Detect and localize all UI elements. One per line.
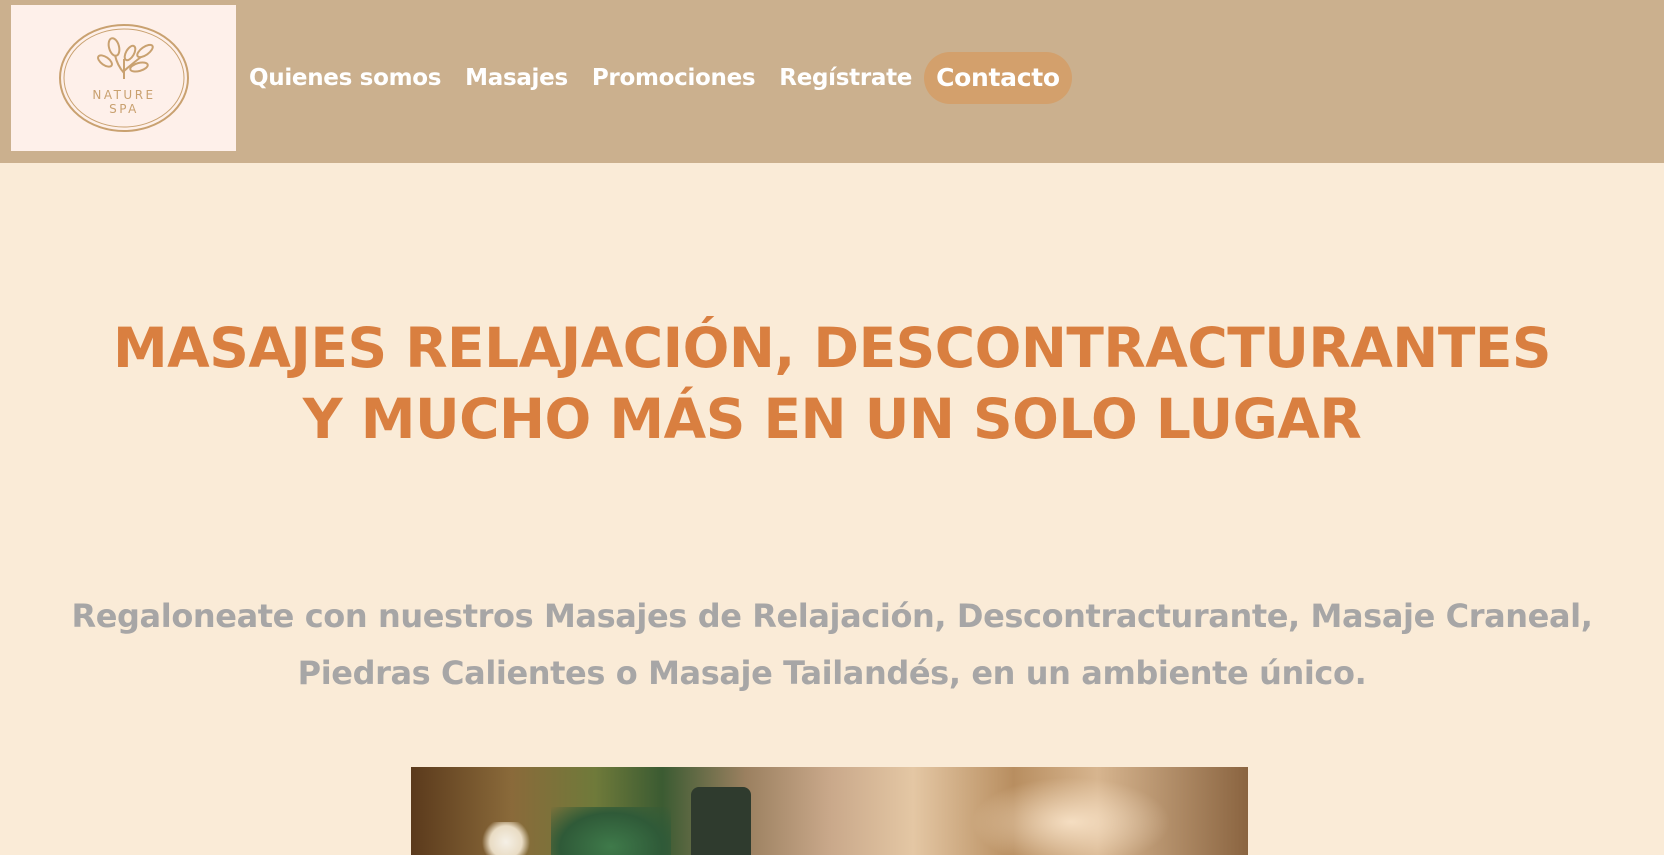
hero-subtitle-line2: Piedras Calientes o Masaje Tailandés, en… <box>297 654 1367 692</box>
navbar: NATURE SPA Quienes somos Masajes Promoci… <box>0 0 1664 163</box>
nav-quienes-somos[interactable]: Quienes somos <box>237 52 453 104</box>
logo-text-line1: NATURE <box>92 88 155 102</box>
logo[interactable]: NATURE SPA <box>11 5 236 151</box>
hero-image-glow <box>971 777 1171 855</box>
nav-promociones[interactable]: Promociones <box>580 52 767 104</box>
hero-headline: MASAJES RELAJACIÓN, DESCONTRACTURANTES Y… <box>0 313 1664 455</box>
nav-registrate[interactable]: Regístrate <box>767 52 924 104</box>
hero-image <box>411 767 1248 855</box>
hero-headline-line1: MASAJES RELAJACIÓN, DESCONTRACTURANTES <box>112 316 1552 380</box>
nav-masajes[interactable]: Masajes <box>453 52 580 104</box>
hero-headline-line2: Y MUCHO MÁS EN UN SOLO LUGAR <box>302 387 1362 451</box>
hero-image-bottle-dark <box>691 787 751 855</box>
hero-subtitle-line1: Regaloneate con nuestros Masajes de Rela… <box>71 597 1593 635</box>
hero-image-bottle-green <box>551 807 671 855</box>
hero-image-flower <box>481 822 531 855</box>
logo-text-line2: SPA <box>109 102 139 116</box>
hero-subtitle: Regaloneate con nuestros Masajes de Rela… <box>0 588 1664 702</box>
main-nav: Quienes somos Masajes Promociones Regíst… <box>237 52 1072 104</box>
leaves-icon: NATURE SPA <box>58 24 189 132</box>
nav-contacto[interactable]: Contacto <box>924 52 1072 104</box>
